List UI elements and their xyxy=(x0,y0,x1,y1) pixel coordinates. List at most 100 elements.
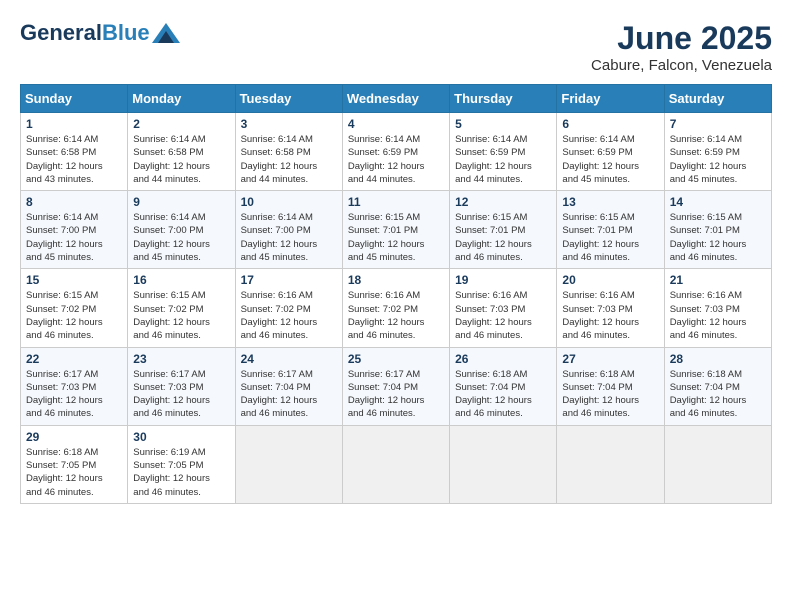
day-info: Sunrise: 6:14 AM Sunset: 6:59 PM Dayligh… xyxy=(348,133,444,186)
month-year: June 2025 xyxy=(591,20,772,57)
day-number: 16 xyxy=(133,273,229,287)
day-info: Sunrise: 6:14 AM Sunset: 7:00 PM Dayligh… xyxy=(133,211,229,264)
calendar-cell: 25Sunrise: 6:17 AM Sunset: 7:04 PM Dayli… xyxy=(342,347,449,425)
logo: General Blue xyxy=(20,20,180,46)
day-number: 22 xyxy=(26,352,122,366)
day-info: Sunrise: 6:14 AM Sunset: 7:00 PM Dayligh… xyxy=(26,211,122,264)
day-info: Sunrise: 6:14 AM Sunset: 6:58 PM Dayligh… xyxy=(241,133,337,186)
calendar-cell xyxy=(664,425,771,503)
day-info: Sunrise: 6:18 AM Sunset: 7:04 PM Dayligh… xyxy=(562,368,658,421)
day-info: Sunrise: 6:14 AM Sunset: 6:59 PM Dayligh… xyxy=(455,133,551,186)
calendar-cell xyxy=(450,425,557,503)
calendar-cell: 7 Sunrise: 6:14 AM Sunset: 6:59 PM Daylig… xyxy=(664,113,771,191)
calendar-cell: 24 Sunrise: 6:17 AM Sunset: 7:04 PM Dayli… xyxy=(235,347,342,425)
calendar-cell: 22 Sunrise: 6:17 AM Sunset: 7:03 PM Dayli… xyxy=(21,347,128,425)
day-info: Sunrise: 6:18 AM Sunset: 7:04 PM Dayligh… xyxy=(455,368,551,421)
day-number: 27 xyxy=(562,352,658,366)
day-number: 12 xyxy=(455,195,551,209)
day-info: Sunrise: 6:16 AM Sunset: 7:03 PM Dayligh… xyxy=(455,289,551,342)
calendar-cell: 8Sunrise: 6:14 AM Sunset: 7:00 PM Daylig… xyxy=(21,191,128,269)
day-number: 19 xyxy=(455,273,551,287)
calendar-header-row: SundayMondayTuesdayWednesdayThursdayFrid… xyxy=(21,85,772,113)
day-number: 30 xyxy=(133,430,229,444)
day-number: 21 xyxy=(670,273,766,287)
day-number: 14 xyxy=(670,195,766,209)
calendar-cell: 1 Sunrise: 6:14 AM Sunset: 6:58 PM Daylig… xyxy=(21,113,128,191)
day-number: 17 xyxy=(241,273,337,287)
day-number: 26 xyxy=(455,352,551,366)
day-header-monday: Monday xyxy=(128,85,235,113)
calendar-cell: 12 Sunrise: 6:15 AM Sunset: 7:01 PM Dayli… xyxy=(450,191,557,269)
day-info: Sunrise: 6:17 AM Sunset: 7:04 PM Dayligh… xyxy=(348,368,444,421)
day-number: 13 xyxy=(562,195,658,209)
day-info: Sunrise: 6:15 AM Sunset: 7:02 PM Dayligh… xyxy=(133,289,229,342)
calendar-cell: 17 Sunrise: 6:16 AM Sunset: 7:02 PM Dayli… xyxy=(235,269,342,347)
day-info: Sunrise: 6:17 AM Sunset: 7:04 PM Dayligh… xyxy=(241,368,337,421)
day-number: 29 xyxy=(26,430,122,444)
calendar-week-row: 8Sunrise: 6:14 AM Sunset: 7:00 PM Daylig… xyxy=(21,191,772,269)
calendar-cell: 11 Sunrise: 6:15 AM Sunset: 7:01 PM Dayli… xyxy=(342,191,449,269)
calendar-cell: 3 Sunrise: 6:14 AM Sunset: 6:58 PM Daylig… xyxy=(235,113,342,191)
location: Cabure, Falcon, Venezuela xyxy=(591,57,772,74)
calendar-cell: 6 Sunrise: 6:14 AM Sunset: 6:59 PM Daylig… xyxy=(557,113,664,191)
day-number: 7 xyxy=(670,117,766,131)
day-number: 1 xyxy=(26,117,122,131)
day-number: 23 xyxy=(133,352,229,366)
day-info: Sunrise: 6:15 AM Sunset: 7:01 PM Dayligh… xyxy=(455,211,551,264)
day-header-tuesday: Tuesday xyxy=(235,85,342,113)
day-info: Sunrise: 6:18 AM Sunset: 7:04 PM Dayligh… xyxy=(670,368,766,421)
calendar-cell: 10 Sunrise: 6:14 AM Sunset: 7:00 PM Dayli… xyxy=(235,191,342,269)
calendar-cell: 2Sunrise: 6:14 AM Sunset: 6:58 PM Daylig… xyxy=(128,113,235,191)
day-info: Sunrise: 6:16 AM Sunset: 7:03 PM Dayligh… xyxy=(670,289,766,342)
day-info: Sunrise: 6:14 AM Sunset: 6:58 PM Dayligh… xyxy=(26,133,122,186)
calendar-cell xyxy=(235,425,342,503)
day-number: 9 xyxy=(133,195,229,209)
day-info: Sunrise: 6:14 AM Sunset: 6:59 PM Dayligh… xyxy=(562,133,658,186)
day-info: Sunrise: 6:15 AM Sunset: 7:01 PM Dayligh… xyxy=(348,211,444,264)
calendar-cell xyxy=(342,425,449,503)
calendar-week-row: 15 Sunrise: 6:15 AM Sunset: 7:02 PM Dayli… xyxy=(21,269,772,347)
page-header: General Blue June 2025 Cabure, Falcon, V… xyxy=(20,20,772,74)
day-info: Sunrise: 6:16 AM Sunset: 7:03 PM Dayligh… xyxy=(562,289,658,342)
calendar-cell: 18 Sunrise: 6:16 AM Sunset: 7:02 PM Dayli… xyxy=(342,269,449,347)
day-number: 15 xyxy=(26,273,122,287)
logo-icon xyxy=(152,23,180,43)
calendar-cell: 20 Sunrise: 6:16 AM Sunset: 7:03 PM Dayli… xyxy=(557,269,664,347)
day-info: Sunrise: 6:16 AM Sunset: 7:02 PM Dayligh… xyxy=(241,289,337,342)
day-header-thursday: Thursday xyxy=(450,85,557,113)
day-number: 3 xyxy=(241,117,337,131)
day-info: Sunrise: 6:14 AM Sunset: 7:00 PM Dayligh… xyxy=(241,211,337,264)
calendar-cell: 27 Sunrise: 6:18 AM Sunset: 7:04 PM Dayli… xyxy=(557,347,664,425)
day-info: Sunrise: 6:16 AM Sunset: 7:02 PM Dayligh… xyxy=(348,289,444,342)
day-number: 28 xyxy=(670,352,766,366)
day-info: Sunrise: 6:15 AM Sunset: 7:01 PM Dayligh… xyxy=(562,211,658,264)
day-number: 20 xyxy=(562,273,658,287)
day-info: Sunrise: 6:14 AM Sunset: 6:59 PM Dayligh… xyxy=(670,133,766,186)
day-info: Sunrise: 6:17 AM Sunset: 7:03 PM Dayligh… xyxy=(26,368,122,421)
calendar-week-row: 29Sunrise: 6:18 AM Sunset: 7:05 PM Dayli… xyxy=(21,425,772,503)
day-number: 24 xyxy=(241,352,337,366)
day-number: 6 xyxy=(562,117,658,131)
calendar-week-row: 22 Sunrise: 6:17 AM Sunset: 7:03 PM Dayli… xyxy=(21,347,772,425)
calendar-cell: 4 Sunrise: 6:14 AM Sunset: 6:59 PM Daylig… xyxy=(342,113,449,191)
day-number: 11 xyxy=(348,195,444,209)
day-number: 10 xyxy=(241,195,337,209)
calendar-cell: 19 Sunrise: 6:16 AM Sunset: 7:03 PM Dayli… xyxy=(450,269,557,347)
day-header-sunday: Sunday xyxy=(21,85,128,113)
day-info: Sunrise: 6:19 AM Sunset: 7:05 PM Dayligh… xyxy=(133,446,229,499)
calendar-table: SundayMondayTuesdayWednesdayThursdayFrid… xyxy=(20,84,772,504)
calendar-cell: 15 Sunrise: 6:15 AM Sunset: 7:02 PM Dayli… xyxy=(21,269,128,347)
day-info: Sunrise: 6:15 AM Sunset: 7:02 PM Dayligh… xyxy=(26,289,122,342)
calendar-cell: 5Sunrise: 6:14 AM Sunset: 6:59 PM Daylig… xyxy=(450,113,557,191)
calendar-cell: 30 Sunrise: 6:19 AM Sunset: 7:05 PM Dayli… xyxy=(128,425,235,503)
day-number: 4 xyxy=(348,117,444,131)
logo-general: General xyxy=(20,20,102,46)
calendar-cell: 14Sunrise: 6:15 AM Sunset: 7:01 PM Dayli… xyxy=(664,191,771,269)
day-number: 18 xyxy=(348,273,444,287)
day-number: 2 xyxy=(133,117,229,131)
day-header-saturday: Saturday xyxy=(664,85,771,113)
day-header-wednesday: Wednesday xyxy=(342,85,449,113)
calendar-cell: 23Sunrise: 6:17 AM Sunset: 7:03 PM Dayli… xyxy=(128,347,235,425)
title-block: June 2025 Cabure, Falcon, Venezuela xyxy=(591,20,772,74)
calendar-cell: 16 Sunrise: 6:15 AM Sunset: 7:02 PM Dayli… xyxy=(128,269,235,347)
